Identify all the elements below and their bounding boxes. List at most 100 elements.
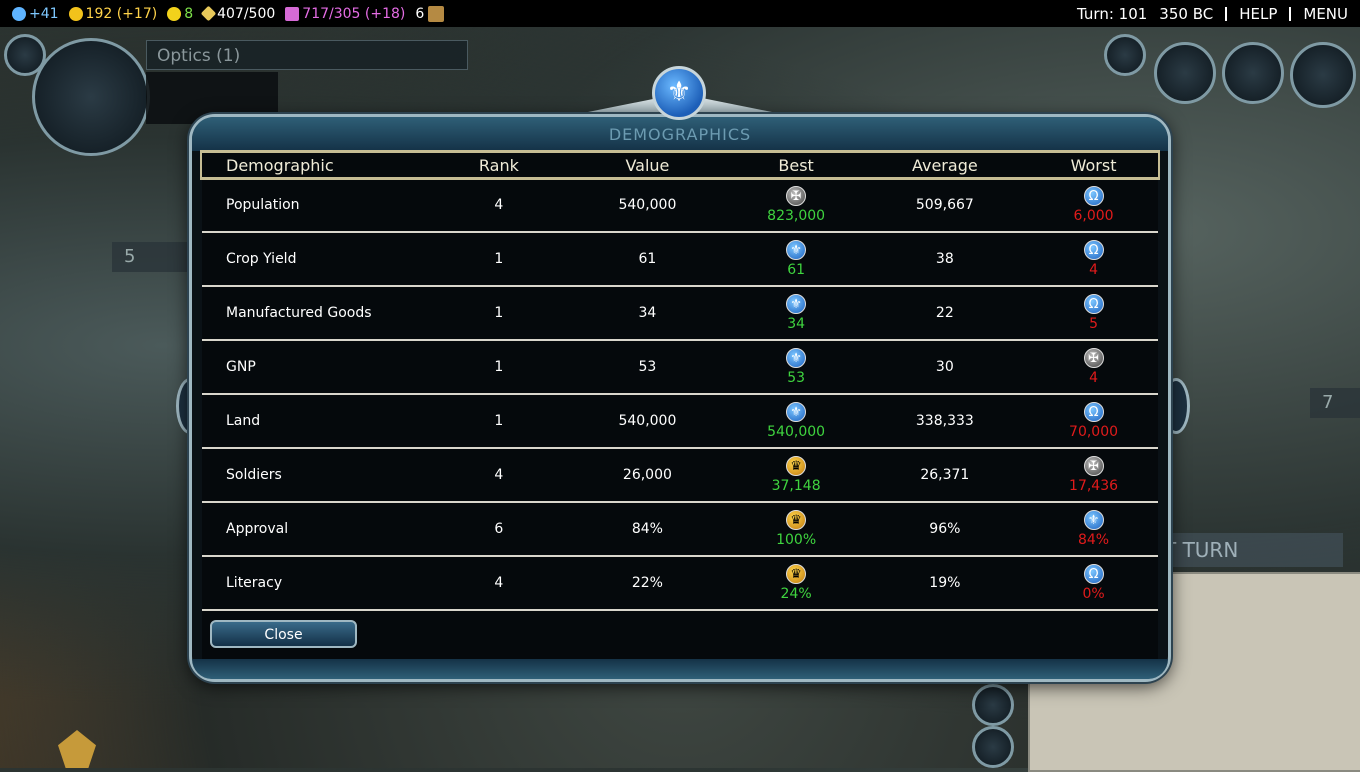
worst-value: 4 xyxy=(1089,370,1098,386)
worst-cell: ✠ 4 xyxy=(1029,340,1158,395)
happiness-icon xyxy=(167,6,182,21)
demographic-name: Approval xyxy=(202,502,435,557)
culture-indicator[interactable]: 717/305 (+18) xyxy=(285,6,405,22)
policies-indicator[interactable]: 6 xyxy=(415,5,447,22)
happiness-value: 8 xyxy=(184,5,194,22)
close-button-label: Close xyxy=(264,627,303,643)
next-turn-label: T TURN xyxy=(1164,538,1239,562)
demographic-name: Land xyxy=(202,394,435,449)
leader-portrait[interactable] xyxy=(32,38,150,156)
omega-civ-icon: Ω xyxy=(1083,240,1104,260)
value-cell: 540,000 xyxy=(563,394,732,449)
unit-action-icon[interactable] xyxy=(58,730,96,768)
best-value: 37,148 xyxy=(771,478,821,494)
omega-civ-icon: Ω xyxy=(1083,402,1104,422)
table-row: Literacy 4 22% ♛ 24% 19% Ω 0% xyxy=(202,556,1158,611)
rank-cell: 6 xyxy=(434,502,564,557)
table-row: Soldiers 4 26,000 ♛ 37,148 26,371 ✠ 17,436 xyxy=(202,448,1158,503)
rank-cell: 1 xyxy=(434,340,564,395)
average-cell: 19% xyxy=(860,556,1030,611)
worst-cell: Ω 6,000 xyxy=(1029,178,1158,233)
diplomacy-icon[interactable] xyxy=(1154,42,1216,104)
science-value: +41 xyxy=(29,5,59,22)
research-label: Optics (1) xyxy=(157,46,241,66)
fleur-de-lis-civ-icon: ⚜ xyxy=(786,402,807,422)
strategic-view-icon[interactable] xyxy=(972,684,1014,726)
tech-tree-button[interactable] xyxy=(4,34,46,76)
omega-civ-icon: Ω xyxy=(1083,186,1104,206)
header-best: Best xyxy=(731,151,861,179)
worst-cell: Ω4 xyxy=(1029,232,1158,287)
worst-cell: Ω 0% xyxy=(1029,556,1158,611)
happiness-indicator[interactable]: 8 xyxy=(167,6,193,22)
header-worst: Worst xyxy=(1029,151,1158,179)
unit-list-tab[interactable]: 5 xyxy=(112,242,190,272)
worst-value: 4 xyxy=(1089,262,1098,278)
value-cell: 22% xyxy=(563,556,732,611)
best-value: 34 xyxy=(787,316,806,332)
close-button[interactable]: Close xyxy=(210,620,357,648)
unit-count: 5 xyxy=(124,246,136,267)
gold-value: 192 (+17) xyxy=(85,5,158,22)
help-button[interactable]: HELP xyxy=(1239,5,1277,23)
advisor-icon[interactable] xyxy=(1222,42,1284,104)
fleur-de-lis-civ-icon: ⚜ xyxy=(786,294,807,314)
average-cell: 338,333 xyxy=(860,394,1030,449)
demographic-name: Soldiers xyxy=(202,448,435,503)
research-progress[interactable]: Optics (1) xyxy=(146,40,468,70)
demographic-name: Population xyxy=(202,178,435,233)
rank-cell: 4 xyxy=(434,448,564,503)
notification-scroll-icon[interactable] xyxy=(1104,34,1146,76)
eagle-civ-icon: ♛ xyxy=(786,510,807,530)
golden-age-icon xyxy=(200,5,217,22)
science-icon xyxy=(12,6,26,21)
average-cell: 509,667 xyxy=(860,178,1030,233)
gray-civ-icon: ✠ xyxy=(1083,456,1104,476)
top-right-menu: Turn: 101 350 BC HELP MENU xyxy=(1065,0,1348,27)
gold-icon xyxy=(68,6,83,21)
golden-age-indicator[interactable]: 407/500 xyxy=(200,5,276,22)
eagle-civ-icon: ♛ xyxy=(786,564,807,584)
dialog-footer xyxy=(192,659,1168,679)
turn-counter: Turn: 101 xyxy=(1077,4,1148,23)
golden-age-value: 407/500 xyxy=(217,5,276,22)
eagle-civ-icon: ♛ xyxy=(786,456,807,476)
culture-icon xyxy=(285,6,300,21)
best-cell: ⚜ 61 xyxy=(731,232,861,287)
separator xyxy=(1225,6,1228,21)
best-cell: ⚜ 34 xyxy=(731,286,861,341)
demographic-name: Manufactured Goods xyxy=(202,286,435,341)
worst-cell: ✠ 17,436 xyxy=(1029,448,1158,503)
map-options-icon[interactable] xyxy=(972,726,1014,768)
table-row: Manufactured Goods 1 34 ⚜ 34 22 Ω 5 xyxy=(202,286,1158,341)
average-cell: 30 xyxy=(860,340,1030,395)
value-cell: 26,000 xyxy=(563,448,732,503)
crest-wing-right xyxy=(692,96,782,114)
world-congress-icon[interactable] xyxy=(1290,42,1356,108)
best-value: 24% xyxy=(780,586,812,602)
science-indicator[interactable]: +41 xyxy=(12,6,59,22)
city-count: 7 xyxy=(1322,392,1334,413)
menu-button[interactable]: MENU xyxy=(1303,5,1348,23)
top-status-bar: +41 192 (+17) 8 407/500 717/305 (+18) 6 … xyxy=(0,0,1360,27)
gray-civ-icon: ✠ xyxy=(786,186,807,206)
gold-indicator[interactable]: 192 (+17) xyxy=(68,5,158,22)
table-row: Land 1 540,000 ⚜ 540,000 338,333 Ω 70,000 xyxy=(202,394,1158,449)
demographic-name: Literacy xyxy=(202,556,435,611)
best-value: 61 xyxy=(787,262,806,278)
fleur-de-lis-emblem-icon: ⚜ xyxy=(652,66,706,120)
average-cell: 26,371 xyxy=(860,448,1030,503)
best-cell: ♛ 100% xyxy=(731,502,861,557)
city-list-tab[interactable]: 7 xyxy=(1310,388,1360,418)
worst-value: 6,000 xyxy=(1073,208,1114,224)
average-cell: 38 xyxy=(860,232,1030,287)
rank-cell: 4 xyxy=(434,556,564,611)
policy-icon xyxy=(428,5,445,22)
worst-value: 70,000 xyxy=(1069,424,1119,440)
omega-civ-icon: Ω xyxy=(1083,294,1104,314)
header-average: Average xyxy=(860,151,1030,179)
header-rank: Rank xyxy=(434,151,564,179)
worst-cell: Ω 70,000 xyxy=(1029,394,1158,449)
best-cell: ⚜ 540,000 xyxy=(731,394,861,449)
worst-value: 5 xyxy=(1089,316,1098,332)
